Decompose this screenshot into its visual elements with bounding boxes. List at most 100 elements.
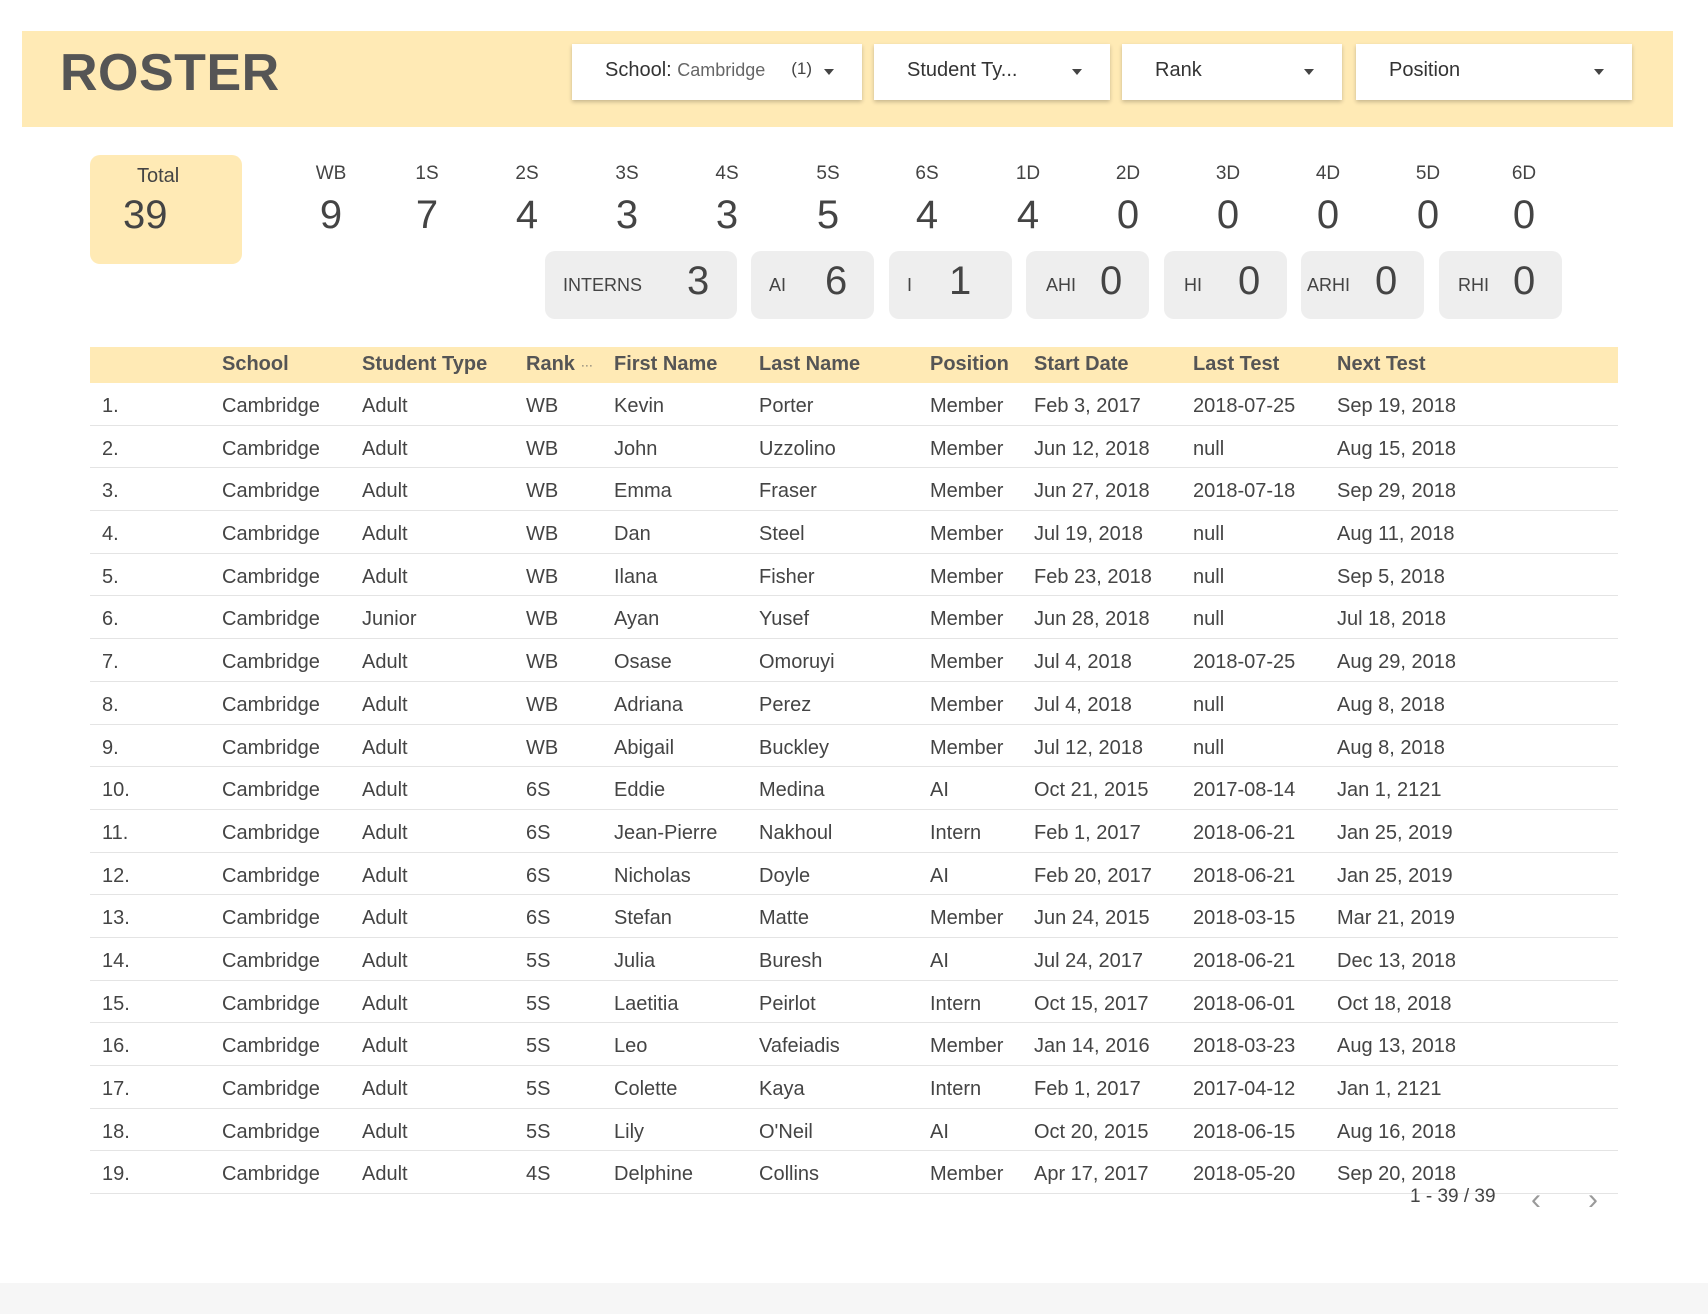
total-card: Total 39 — [90, 155, 242, 264]
rank-stat-3s: 3S 3 — [587, 163, 667, 238]
rank-cell: WB — [526, 608, 559, 631]
position-cell: Member — [930, 395, 1004, 417]
last-name-cell: Nakhoul — [759, 821, 833, 844]
row-number: 15. — [102, 992, 130, 1015]
start-date-cell: Jun 27, 2018 — [1034, 480, 1150, 503]
table-row[interactable]: 17. Cambridge Adult 5S Colette Kaya Intern Feb … — [90, 1066, 1618, 1109]
student-type-filter[interactable]: Student Ty... — [874, 44, 1110, 100]
table-row[interactable]: 4. Cambridge Adult WB Dan Steel Member Jul 19, … — [90, 511, 1618, 554]
table-row[interactable]: 7. Cambridge Adult WB Osase Omoruyi Member Jul … — [90, 639, 1618, 682]
column-header-school[interactable]: School — [222, 353, 289, 376]
last-test-cell: 2018-07-25 — [1193, 651, 1296, 674]
rank-cell: 5S — [526, 949, 551, 972]
school-cell: Cambridge — [222, 480, 320, 503]
column-header-next-test[interactable]: Next Test — [1337, 353, 1426, 376]
total-value: 39 — [123, 193, 168, 237]
position-chip-value: 0 — [1238, 259, 1261, 303]
rank-cell: 6S — [526, 907, 551, 930]
column-header-student-type[interactable]: Student Type — [362, 353, 487, 376]
column-header-first-name[interactable]: First Name — [614, 353, 717, 376]
first-name-cell: Delphine — [614, 1163, 693, 1186]
rank-filter[interactable]: Rank — [1122, 44, 1342, 100]
last-test-cell: 2018-06-01 — [1193, 992, 1296, 1015]
position-chip-value: 0 — [1513, 259, 1536, 303]
row-number: 17. — [102, 1078, 130, 1100]
last-test-cell: null — [1193, 693, 1225, 716]
table-row[interactable]: 3. Cambridge Adult WB Emma Fraser Member Jun 27… — [90, 468, 1618, 512]
rank-stat-label: 1D — [1015, 163, 1041, 184]
position-chip-value: 1 — [949, 259, 972, 303]
table-row[interactable]: 15. Cambridge Adult 5S Laetitia Peirlot Intern… — [90, 981, 1618, 1024]
rank-filter-label: Rank — [1155, 59, 1202, 81]
school-cell: Cambridge — [222, 608, 320, 631]
rank-cell: 5S — [526, 1035, 551, 1058]
rank-stat-value: 0 — [1416, 193, 1440, 237]
position-chip-interns: INTERNS 3 — [545, 251, 737, 319]
first-name-cell: Adriana — [614, 693, 683, 716]
school-filter[interactable]: School: Cambridge (1) — [572, 44, 862, 100]
position-cell: Member — [930, 736, 1004, 759]
total-label: Total — [137, 165, 180, 187]
rank-stat-label: 5D — [1415, 163, 1441, 184]
school-cell: Cambridge — [222, 1078, 320, 1100]
rank-stat-value: 0 — [1216, 193, 1240, 237]
rank-stat-4s: 4S 3 — [687, 163, 767, 238]
school-cell: Cambridge — [222, 565, 320, 588]
position-chip-ai: AI 6 — [751, 251, 874, 319]
student-type-cell: Adult — [362, 736, 408, 759]
table-row[interactable]: 1. Cambridge Adult WB Kevin Porter Member Feb 3… — [90, 383, 1618, 426]
table-row[interactable]: 18. Cambridge Adult 5S Lily O'Neil AI Oct 20, 2… — [90, 1109, 1618, 1152]
start-date-cell: Oct 21, 2015 — [1034, 779, 1149, 802]
student-type-cell: Adult — [362, 864, 408, 887]
table-row[interactable]: 5. Cambridge Adult WB Ilana Fisher Member Feb 2… — [90, 554, 1618, 597]
position-filter[interactable]: Position — [1356, 44, 1632, 100]
rank-stat-1s: 1S 7 — [387, 163, 467, 238]
table-row[interactable]: 6. Cambridge Junior WB Ayan Yusef Member Jun 28… — [90, 596, 1618, 640]
student-type-cell: Adult — [362, 779, 408, 802]
school-cell: Cambridge — [222, 1120, 320, 1143]
table-row[interactable]: 10. Cambridge Adult 6S Eddie Medina AI Oct 21, … — [90, 767, 1618, 810]
column-header-position[interactable]: Position — [930, 353, 1009, 376]
last-test-cell: 2018-05-20 — [1193, 1163, 1296, 1186]
school-cell: Cambridge — [222, 437, 320, 460]
student-type-cell: Adult — [362, 949, 408, 972]
chevron-right-icon[interactable]: › — [1581, 1185, 1605, 1215]
table-row[interactable]: 9. Cambridge Adult WB Abigail Buckley Member Ju… — [90, 725, 1618, 768]
row-number: 16. — [102, 1035, 130, 1058]
rank-stat-wb: WB 9 — [291, 163, 371, 238]
start-date-cell: Jul 4, 2018 — [1034, 651, 1132, 674]
first-name-cell: Osase — [614, 651, 672, 674]
chevron-left-icon[interactable]: ‹ — [1524, 1185, 1548, 1215]
next-test-cell: Jan 1, 2121 — [1337, 1078, 1442, 1100]
first-name-cell: Abigail — [614, 736, 675, 759]
rank-stat-value: 4 — [1016, 193, 1040, 237]
position-cell: Member — [930, 1163, 1004, 1186]
column-header-last-test[interactable]: Last Test — [1193, 353, 1279, 376]
table-row[interactable]: 14. Cambridge Adult 5S Julia Buresh AI Jul 24, … — [90, 938, 1618, 981]
start-date-cell: Jun 24, 2015 — [1034, 907, 1150, 930]
row-number: 18. — [102, 1120, 130, 1143]
position-chip-label: AHI — [1046, 275, 1077, 295]
table-row[interactable]: 11. Cambridge Adult 6S Jean-Pierre Nakhoul Int… — [90, 810, 1618, 853]
position-cell: Intern — [930, 821, 982, 844]
column-header-start-date[interactable]: Start Date — [1034, 353, 1128, 376]
column-header-rank[interactable]: Rank ··· — [526, 353, 593, 376]
school-cell: Cambridge — [222, 992, 320, 1015]
last-name-cell: Fisher — [759, 565, 815, 588]
table-row[interactable]: 12. Cambridge Adult 6S Nicholas Doyle AI Feb 20… — [90, 853, 1618, 896]
student-type-cell: Adult — [362, 1035, 408, 1058]
table-row[interactable]: 16. Cambridge Adult 5S Leo Vafeiadis Member Jan… — [90, 1023, 1618, 1066]
column-header-last-name[interactable]: Last Name — [759, 353, 860, 376]
position-cell: AI — [930, 1120, 949, 1143]
table-row[interactable]: 8. Cambridge Adult WB Adriana Perez Member Jul … — [90, 682, 1618, 725]
student-type-cell: Adult — [362, 1078, 408, 1100]
rank-stat-value: 3 — [715, 193, 739, 237]
first-name-cell: Eddie — [614, 779, 666, 802]
row-number: 7. — [102, 651, 119, 674]
rank-cell: 5S — [526, 992, 551, 1015]
position-chip-value: 0 — [1375, 259, 1398, 303]
next-test-cell: Aug 15, 2018 — [1337, 437, 1456, 460]
table-row[interactable]: 19. Cambridge Adult 4S Delphine Collins Member… — [90, 1151, 1618, 1195]
table-row[interactable]: 2. Cambridge Adult WB John Uzzolino Member Jun … — [90, 426, 1618, 469]
table-row[interactable]: 13. Cambridge Adult 6S Stefan Matte Member Jun … — [90, 895, 1618, 938]
